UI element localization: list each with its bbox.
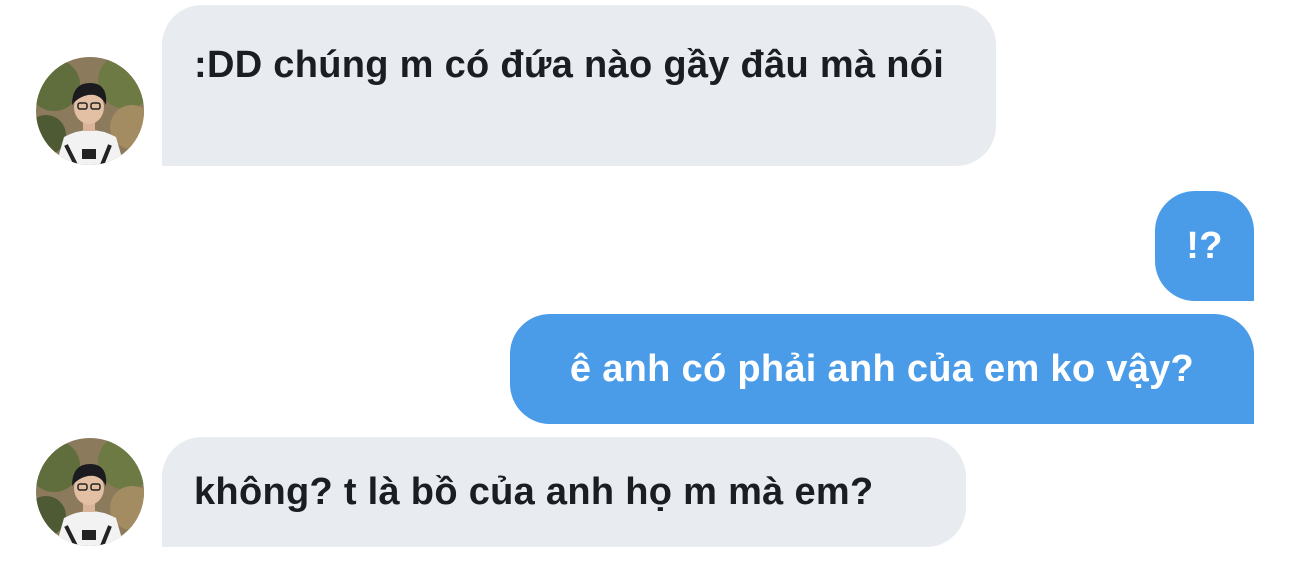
message-text: :DD chúng m có đứa nào gầy đâu mà nói	[194, 44, 945, 86]
contact-avatar[interactable]	[36, 438, 144, 546]
message-text: ê anh có phải anh của em ko vậy?	[569, 348, 1195, 390]
message-bubble-outgoing[interactable]: ê anh có phải anh của em ko vậy?	[510, 314, 1254, 424]
message-text: !?	[1186, 225, 1223, 267]
contact-avatar[interactable]	[36, 57, 144, 165]
avatar-photo	[36, 57, 144, 165]
message-bubble-outgoing[interactable]: !?	[1155, 191, 1254, 301]
message-text: không? t là bồ của anh họ m mà em?	[194, 471, 874, 513]
message-bubble-incoming[interactable]: không? t là bồ của anh họ m mà em?	[162, 437, 966, 547]
message-bubble-incoming[interactable]: :DD chúng m có đứa nào gầy đâu mà nói	[162, 5, 996, 166]
avatar-photo	[36, 438, 144, 546]
